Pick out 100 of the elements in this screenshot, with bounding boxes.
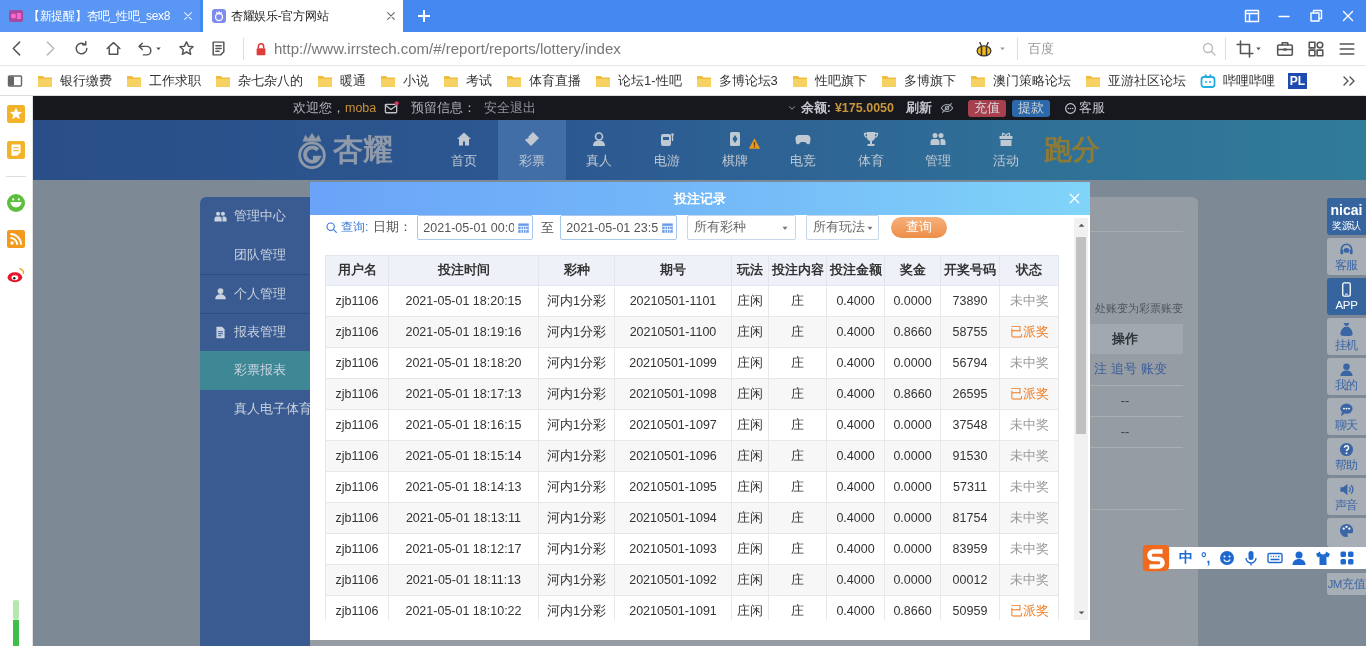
bookmark[interactable]: 性吧旗下: [790, 71, 867, 90]
table-cell: 2021-05-01 18:13:11: [388, 502, 539, 534]
table-cell: 37548: [940, 409, 1000, 441]
side-button[interactable]: 客服: [1327, 238, 1366, 275]
table-cell: 0.0000: [884, 440, 941, 472]
browser-tab[interactable]: 【新提醒】杏吧_性吧_sex8: [0, 0, 200, 32]
address-field[interactable]: http://www.irrstech.com/#/report/reports/lottery/index: [274, 40, 974, 57]
status-cell: 未中奖: [999, 533, 1059, 565]
deposit-button[interactable]: 充值: [968, 99, 1006, 117]
nav-item[interactable]: 电游: [633, 120, 702, 180]
table-cell: 0.4000: [826, 347, 885, 379]
reserved-info-label: 预留信息：: [411, 99, 477, 117]
date-field[interactable]: 2021-05-01 00:0: [417, 215, 534, 240]
status-cell: 未中奖: [999, 564, 1059, 596]
side-button[interactable]: 帮助: [1327, 438, 1366, 475]
nav-item[interactable]: 活动: [972, 120, 1041, 180]
table-cell: 2021-05-01 18:18:20: [388, 347, 539, 379]
menu-item[interactable]: 彩票报表: [200, 351, 310, 390]
bookmark[interactable]: 多博旗下: [879, 71, 956, 90]
status-cell: 未中奖: [999, 502, 1059, 534]
nav-item[interactable]: 管理: [904, 120, 973, 180]
logout-link[interactable]: 安全退出: [484, 99, 537, 117]
punctuation-toggle[interactable]: °,: [1201, 550, 1211, 566]
nav-item[interactable]: 真人: [565, 120, 634, 180]
browser-tab[interactable]: 杏耀娱乐-官方网站: [203, 0, 403, 32]
table-cell: 庄: [768, 378, 827, 410]
play-dropdown[interactable]: 所有玩法: [806, 215, 880, 240]
table-cell: 2021-05-01 18:16:15: [388, 409, 539, 441]
table-cell: 河内1分彩: [538, 440, 615, 472]
status-cell: 已派奖: [999, 378, 1059, 410]
table-cell: 2021-05-01 18:20:15: [388, 285, 539, 317]
table-cell: zjb1106: [325, 409, 389, 441]
table-cell: zjb1106: [325, 316, 389, 348]
table-cell: 0.4000: [826, 502, 885, 534]
action-link[interactable]: 账变: [1141, 361, 1167, 377]
query-label: 查询:: [341, 219, 369, 236]
table-cell: 83959: [940, 533, 1000, 565]
side-button[interactable]: nicai 奖源认: [1327, 198, 1366, 235]
table-cell: zjb1106: [325, 533, 389, 565]
table-cell: 河内1分彩: [538, 471, 615, 503]
menu-item[interactable]: 真人电子体育: [200, 389, 310, 428]
nav-item[interactable]: 棋牌: [701, 120, 769, 180]
nav-item[interactable]: 电竞: [769, 120, 837, 180]
bookmark[interactable]: 银行缴费: [36, 71, 112, 90]
bookmark[interactable]: 暖通: [316, 71, 366, 90]
table-cell: 庄闲: [731, 471, 769, 503]
date-field[interactable]: 2021-05-01 23:5: [560, 215, 678, 240]
bookmark[interactable]: 亚游社区论坛: [1083, 71, 1186, 90]
side-button[interactable]: 挂机: [1327, 318, 1366, 355]
table-cell: 0.0000: [884, 409, 941, 441]
table-cell: 2021-05-01 18:11:13: [388, 564, 539, 596]
table-cell: 庄闲: [731, 285, 769, 317]
menu-item[interactable]: 团队管理: [200, 235, 310, 274]
table-cell: 2021-05-01 18:12:17: [388, 533, 539, 565]
table-cell: 56794: [940, 347, 1000, 379]
table-cell: zjb1106: [325, 564, 389, 596]
status-cell: 未中奖: [999, 440, 1059, 472]
bookmark[interactable]: 多博论坛3: [694, 71, 778, 90]
bookmark-badge[interactable]: PL: [1287, 72, 1308, 89]
menu-item[interactable]: 管理中心: [200, 197, 310, 236]
withdraw-button[interactable]: 提款: [1012, 99, 1050, 117]
status-cell: 未中奖: [999, 471, 1059, 503]
input-mode-toggle[interactable]: 中: [1179, 549, 1193, 567]
side-button[interactable]: APP: [1327, 278, 1366, 315]
service-button[interactable]: 客服: [1064, 99, 1105, 117]
status-cell: 未中奖: [999, 347, 1059, 379]
side-button[interactable]: 声音: [1327, 478, 1366, 515]
table-cell: 2021-05-01 18:14:13: [388, 471, 539, 503]
nav-item[interactable]: 体育: [836, 120, 905, 180]
nav-item[interactable]: 首页: [430, 120, 498, 180]
balance-label: 余额:: [800, 99, 831, 117]
table-cell: 庄: [768, 347, 827, 379]
action-link[interactable]: 注: [1094, 361, 1107, 377]
bookmark[interactable]: 论坛1-性吧: [594, 71, 682, 90]
table-cell: zjb1106: [325, 440, 389, 472]
bookmark[interactable]: 考试: [442, 71, 492, 90]
bookmark[interactable]: 体育直播: [505, 71, 581, 90]
nav-item[interactable]: 彩票: [497, 120, 566, 180]
side-button-label: 我的: [1334, 378, 1359, 392]
search-field[interactable]: 百度: [1028, 41, 1201, 56]
table-cell: 庄闲: [731, 533, 769, 565]
side-button[interactable]: 我的: [1327, 358, 1366, 395]
bookmark[interactable]: 杂七杂八的: [214, 71, 303, 90]
action-link[interactable]: 追号: [1111, 361, 1137, 377]
table-cell: 20210501-1097: [614, 409, 732, 441]
logo-text: nicai: [1330, 202, 1363, 218]
bookmark[interactable]: 工作求职: [125, 71, 201, 90]
bookmark[interactable]: 小说: [379, 71, 429, 90]
table-cell: zjb1106: [325, 471, 389, 503]
username: moba: [345, 101, 377, 115]
bookmark[interactable]: 哔哩哔哩: [1198, 71, 1275, 90]
table-cell: 庄: [768, 316, 827, 348]
bookmark[interactable]: 澳门策略论坛: [968, 71, 1071, 90]
table-cell: zjb1106: [325, 347, 389, 379]
table-cell: 0.0000: [884, 564, 941, 596]
side-button[interactable]: 聊天: [1327, 398, 1366, 435]
note-text: 处账变为彩票账变: [1095, 302, 1183, 316]
lottery-dropdown[interactable]: 所有彩种: [687, 215, 797, 240]
refresh-button[interactable]: 刷新: [906, 99, 932, 117]
table-cell: 20210501-1093: [614, 533, 732, 565]
